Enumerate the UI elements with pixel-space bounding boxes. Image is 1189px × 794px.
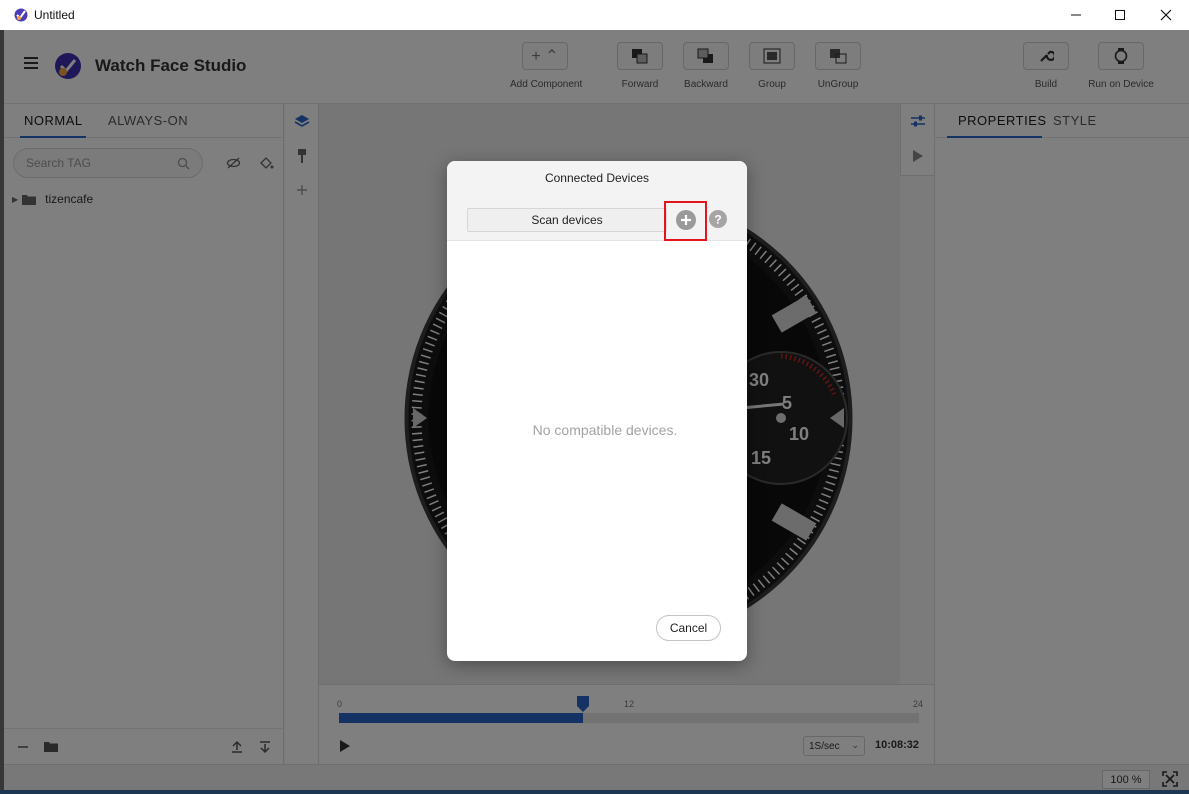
window-title: Untitled bbox=[34, 8, 75, 22]
close-window-button[interactable] bbox=[1143, 0, 1189, 30]
minimize-icon bbox=[1071, 14, 1081, 16]
help-icon[interactable]: ? bbox=[709, 210, 727, 228]
window-titlebar: Untitled bbox=[0, 0, 1189, 30]
add-device-highlight bbox=[664, 201, 707, 241]
app-window-icon bbox=[14, 8, 28, 22]
minimize-button[interactable] bbox=[1053, 0, 1099, 30]
close-icon bbox=[1160, 9, 1172, 21]
maximize-icon bbox=[1115, 10, 1125, 20]
scan-devices-button[interactable]: Scan devices bbox=[467, 208, 667, 232]
maximize-button[interactable] bbox=[1097, 0, 1143, 30]
dialog-title: Connected Devices bbox=[544, 171, 650, 185]
connected-devices-dialog: Connected Devices Scan devices ? No comp… bbox=[447, 161, 747, 661]
empty-devices-message: No compatible devices. bbox=[532, 422, 678, 438]
dialog-header: Connected Devices Scan devices ? bbox=[447, 161, 747, 241]
cancel-button[interactable]: Cancel bbox=[656, 615, 721, 641]
svg-text:?: ? bbox=[714, 213, 721, 227]
